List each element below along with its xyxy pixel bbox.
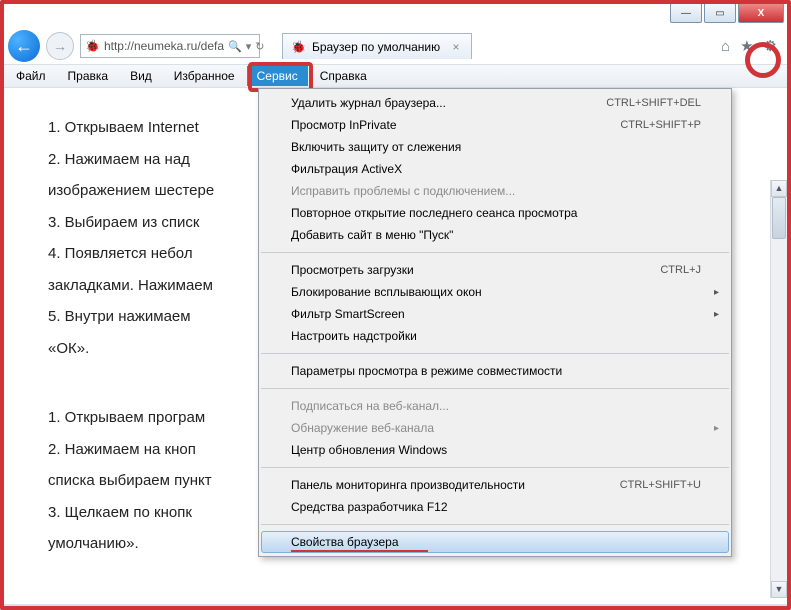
menu-separator xyxy=(261,524,729,525)
menu-item-label: Блокирование всплывающих окон xyxy=(291,285,701,299)
back-button[interactable]: ← xyxy=(8,30,40,62)
menu-item-label: Свойства браузера xyxy=(291,535,701,549)
menu-item[interactable]: Повторное открытие последнего сеанса про… xyxy=(261,202,729,224)
scroll-up-icon[interactable]: ▲ xyxy=(771,180,787,197)
tools-dropdown-menu: Удалить журнал браузера...CTRL+SHIFT+DEL… xyxy=(258,88,732,557)
site-icon: 🐞 xyxy=(85,39,100,53)
annotation-underline xyxy=(291,550,428,552)
dropdown-icon[interactable]: ▾ xyxy=(246,40,252,53)
refresh-icon[interactable]: ↻ xyxy=(255,40,264,53)
scroll-down-icon[interactable]: ▼ xyxy=(771,581,787,598)
menu-item-label: Просмотр InPrivate xyxy=(291,118,620,132)
submenu-arrow-icon: ▸ xyxy=(714,309,719,320)
menu-item-label: Параметры просмотра в режиме совместимос… xyxy=(291,364,701,378)
menu-shortcut: CTRL+J xyxy=(660,264,701,276)
scrollbar[interactable]: ▲ ▼ xyxy=(770,180,787,598)
menu-item[interactable]: Просмотреть загрузкиCTRL+J xyxy=(261,259,729,281)
menu-separator xyxy=(261,353,729,354)
menu-item[interactable]: Просмотр InPrivateCTRL+SHIFT+P xyxy=(261,114,729,136)
menu-file[interactable]: Файл xyxy=(6,66,56,86)
menu-item-label: Включить защиту от слежения xyxy=(291,140,701,154)
address-bar[interactable]: 🐞 http://neumeka.ru/defa 🔍 ▾ ↻ xyxy=(80,34,260,58)
menu-edit[interactable]: Правка xyxy=(58,66,119,86)
menu-item[interactable]: Панель мониторинга производительностиCTR… xyxy=(261,474,729,496)
menu-item-label: Подписаться на веб-канал... xyxy=(291,399,701,413)
gear-icon[interactable]: ⚙ xyxy=(764,37,777,55)
favorites-star-icon[interactable]: ★ xyxy=(740,37,753,55)
minimize-button[interactable]: — xyxy=(670,3,702,23)
menu-item[interactable]: Параметры просмотра в режиме совместимос… xyxy=(261,360,729,382)
menu-help[interactable]: Справка xyxy=(310,66,377,86)
menu-item-label: Средства разработчика F12 xyxy=(291,500,701,514)
menu-item: Обнаружение веб-канала ▸ xyxy=(261,417,729,439)
forward-button[interactable]: → xyxy=(46,32,74,60)
tab-close-icon[interactable]: × xyxy=(449,40,463,54)
menubar: Файл Правка Вид Избранное Сервис Справка xyxy=(0,64,791,88)
menu-view[interactable]: Вид xyxy=(120,66,162,86)
menu-shortcut: CTRL+SHIFT+U xyxy=(620,479,701,491)
menu-item-label: Обнаружение веб-канала xyxy=(291,421,701,435)
menu-item[interactable]: Средства разработчика F12 xyxy=(261,496,729,518)
menu-shortcut: CTRL+SHIFT+P xyxy=(620,119,701,131)
menu-item[interactable]: Блокирование всплывающих окон ▸ xyxy=(261,281,729,303)
menu-item-label: Настроить надстройки xyxy=(291,329,701,343)
maximize-button[interactable]: ▭ xyxy=(704,3,736,23)
menu-item[interactable]: Фильтрация ActiveX xyxy=(261,158,729,180)
menu-item-label: Просмотреть загрузки xyxy=(291,263,660,277)
browser-tab[interactable]: 🐞 Браузер по умолчанию × xyxy=(282,33,472,59)
menu-separator xyxy=(261,467,729,468)
menu-item: Подписаться на веб-канал... xyxy=(261,395,729,417)
menu-tools[interactable]: Сервис xyxy=(247,66,308,86)
menu-item[interactable]: Свойства браузера xyxy=(261,531,729,553)
close-button[interactable]: X xyxy=(738,3,784,23)
tab-title: Браузер по умолчанию xyxy=(312,40,440,54)
menu-favorites[interactable]: Избранное xyxy=(164,66,245,86)
scrollbar-thumb[interactable] xyxy=(772,197,786,239)
menu-item-label: Панель мониторинга производительности xyxy=(291,478,620,492)
menu-item-label: Добавить сайт в меню "Пуск" xyxy=(291,228,701,242)
menu-shortcut: CTRL+SHIFT+DEL xyxy=(606,97,701,109)
tab-favicon: 🐞 xyxy=(291,40,306,54)
menu-item[interactable]: Центр обновления Windows xyxy=(261,439,729,461)
menu-item-label: Фильтр SmartScreen xyxy=(291,307,701,321)
menu-item: Исправить проблемы с подключением... xyxy=(261,180,729,202)
search-icon[interactable]: 🔍 xyxy=(228,40,242,53)
menu-item[interactable]: Добавить сайт в меню "Пуск" xyxy=(261,224,729,246)
menu-item[interactable]: Удалить журнал браузера...CTRL+SHIFT+DEL xyxy=(261,92,729,114)
menu-item-label: Удалить журнал браузера... xyxy=(291,96,606,110)
menu-item[interactable]: Включить защиту от слежения xyxy=(261,136,729,158)
submenu-arrow-icon: ▸ xyxy=(714,287,719,298)
url-text: http://neumeka.ru/defa xyxy=(104,39,224,53)
menu-item-label: Фильтрация ActiveX xyxy=(291,162,701,176)
menu-separator xyxy=(261,252,729,253)
menu-item-label: Центр обновления Windows xyxy=(291,443,701,457)
home-icon[interactable]: ⌂ xyxy=(721,38,730,55)
menu-separator xyxy=(261,388,729,389)
menu-item[interactable]: Фильтр SmartScreen ▸ xyxy=(261,303,729,325)
menu-item-label: Исправить проблемы с подключением... xyxy=(291,184,701,198)
menu-item[interactable]: Настроить надстройки xyxy=(261,325,729,347)
submenu-arrow-icon: ▸ xyxy=(714,423,719,434)
menu-item-label: Повторное открытие последнего сеанса про… xyxy=(291,206,701,220)
